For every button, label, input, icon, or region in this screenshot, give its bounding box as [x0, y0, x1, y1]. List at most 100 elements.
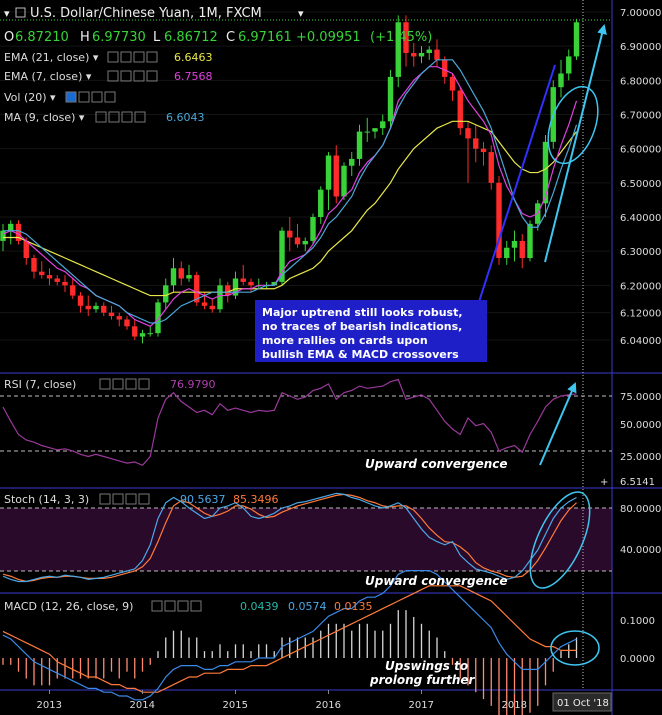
- candle-body[interactable]: [442, 59, 448, 77]
- candle-body[interactable]: [124, 319, 130, 327]
- candle-body[interactable]: [333, 155, 339, 197]
- pane-tool-icon[interactable]: [138, 493, 150, 505]
- price-chart-svg[interactable]: Major uptrend still looks robust, no tra…: [0, 0, 662, 715]
- vol-legend-label[interactable]: Vol (20) ▾: [4, 91, 56, 104]
- stoch-label[interactable]: Stoch (14, 3, 3): [4, 493, 89, 506]
- candle-body[interactable]: [573, 22, 580, 57]
- candle-body[interactable]: [178, 268, 184, 279]
- stoch-d-value: 85.3496: [233, 493, 279, 506]
- candle-body[interactable]: [62, 281, 68, 286]
- candle-body[interactable]: [372, 128, 378, 132]
- ema7-legend-value: 6.7568: [174, 70, 213, 83]
- candle-body[interactable]: [101, 305, 107, 313]
- rsi-tick-50: 50.0000: [620, 420, 661, 431]
- candle-body[interactable]: [225, 285, 231, 296]
- candle-body[interactable]: [310, 217, 316, 241]
- price-tick-label: 6.80000: [620, 76, 661, 87]
- candle-body[interactable]: [85, 305, 91, 310]
- pane-tool-icon[interactable]: [99, 493, 111, 505]
- macd-value-3: 0.0135: [334, 600, 373, 613]
- candle-body[interactable]: [54, 278, 60, 282]
- candle-body[interactable]: [23, 240, 29, 258]
- pane-tool-icon[interactable]: [99, 378, 111, 390]
- candle-body[interactable]: [504, 247, 510, 258]
- candle-body[interactable]: [201, 302, 208, 306]
- candle-body[interactable]: [465, 128, 471, 139]
- candle-body[interactable]: [566, 56, 572, 74]
- candle-body[interactable]: [0, 230, 6, 241]
- pane-tool-icon[interactable]: [151, 600, 163, 612]
- candle-body[interactable]: [426, 49, 432, 53]
- legend-tool-icon[interactable]: [65, 91, 77, 103]
- candle-body[interactable]: [418, 53, 425, 57]
- pane-tool-icon[interactable]: [112, 493, 124, 505]
- collapse-icon[interactable]: ▾: [4, 7, 10, 20]
- candle-body[interactable]: [488, 152, 494, 183]
- candle-body[interactable]: [8, 223, 14, 231]
- plus-icon[interactable]: +: [600, 477, 608, 488]
- candle-body[interactable]: [46, 275, 53, 279]
- candle-body[interactable]: [434, 49, 440, 60]
- candle-body[interactable]: [287, 230, 293, 238]
- candle-body[interactable]: [147, 333, 153, 335]
- candle-body[interactable]: [163, 285, 169, 303]
- candle-body[interactable]: [108, 312, 115, 317]
- pane-tool-icon[interactable]: [125, 493, 137, 505]
- price-tick-label: 6.20000: [620, 281, 661, 292]
- pane-tool-icon[interactable]: [190, 600, 202, 612]
- candle-body[interactable]: [217, 285, 223, 310]
- candle-body[interactable]: [542, 141, 549, 204]
- candle-body[interactable]: [77, 295, 84, 306]
- candle-body[interactable]: [364, 131, 370, 133]
- candle-body[interactable]: [449, 76, 456, 91]
- price-tick-label: 7.00000: [620, 8, 661, 19]
- candle-body[interactable]: [170, 268, 177, 286]
- chart-root: Major uptrend still looks robust, no tra…: [0, 0, 662, 715]
- ema21-legend-label[interactable]: EMA (21, close) ▾: [4, 51, 99, 64]
- candle-body[interactable]: [70, 285, 76, 296]
- ma9-legend-label[interactable]: MA (9, close) ▾: [4, 111, 85, 124]
- candle-body[interactable]: [93, 305, 99, 310]
- rsi-value: 76.9790: [170, 378, 216, 391]
- pane-tool-icon[interactable]: [177, 600, 189, 612]
- candle-body[interactable]: [356, 131, 363, 159]
- candle-body[interactable]: [457, 90, 463, 129]
- pane-tool-icon[interactable]: [164, 600, 176, 612]
- candle-body[interactable]: [325, 155, 332, 190]
- rsi-pane-bg[interactable]: [0, 396, 612, 480]
- candle-body[interactable]: [302, 240, 308, 245]
- symbol-title[interactable]: U.S. Dollar/Chinese Yuan, 1M, FXCM: [30, 6, 262, 21]
- candle-body[interactable]: [116, 316, 122, 320]
- pane-tool-icon[interactable]: [112, 378, 124, 390]
- candle-body[interactable]: [248, 281, 254, 286]
- rsi-label[interactable]: RSI (7, close): [4, 378, 76, 391]
- candle-body[interactable]: [480, 148, 487, 153]
- candle-body[interactable]: [511, 240, 518, 248]
- candle-body[interactable]: [139, 333, 146, 337]
- candle-body[interactable]: [349, 158, 355, 166]
- symbol-dropdown-icon[interactable]: ▾: [298, 7, 304, 20]
- candle-body[interactable]: [31, 258, 37, 272]
- candle-body[interactable]: [132, 326, 138, 337]
- candle-body[interactable]: [387, 76, 394, 122]
- candle-body[interactable]: [411, 53, 417, 57]
- candle-body[interactable]: [318, 189, 324, 217]
- candle-body[interactable]: [473, 138, 479, 149]
- candle-body[interactable]: [380, 121, 386, 129]
- highlight-ellipse-macd[interactable]: [550, 630, 600, 666]
- pane-tool-icon[interactable]: [125, 378, 137, 390]
- ohlc-c-label: C: [226, 30, 235, 45]
- candle-body[interactable]: [527, 223, 533, 258]
- price-tick-label: 6.12000: [620, 309, 661, 320]
- candle-body[interactable]: [209, 305, 215, 310]
- candle-body[interactable]: [240, 278, 246, 282]
- macd-label[interactable]: MACD (12, 26, close, 9): [4, 600, 133, 613]
- candle-body[interactable]: [519, 240, 525, 258]
- candle-body[interactable]: [39, 271, 45, 276]
- candle-body[interactable]: [186, 275, 192, 279]
- pane-tool-icon[interactable]: [138, 378, 150, 390]
- candle-body[interactable]: [558, 73, 564, 88]
- candle-body[interactable]: [294, 237, 301, 245]
- candle-body[interactable]: [341, 165, 347, 197]
- ema7-legend-label[interactable]: EMA (7, close) ▾: [4, 70, 92, 83]
